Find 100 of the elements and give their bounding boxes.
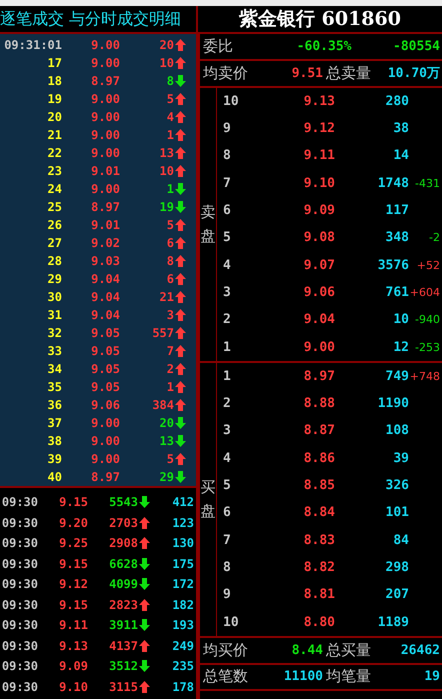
price: 9.00 xyxy=(90,110,120,124)
volume: 10 xyxy=(160,56,174,70)
volume: 3911 xyxy=(109,618,138,632)
price: 9.15 xyxy=(58,495,88,510)
volume: 2908 xyxy=(109,536,138,550)
volume: 3 xyxy=(166,308,174,322)
volume: 39 xyxy=(392,450,409,466)
price: 9.05 xyxy=(90,344,120,358)
level-number: 3 xyxy=(222,284,232,300)
volume: 1 xyxy=(166,380,174,394)
label: 委比 xyxy=(203,36,234,56)
sequence-number: 24 xyxy=(46,182,62,196)
volume: 6628 xyxy=(109,556,138,571)
price: 9.00 xyxy=(90,56,120,70)
volume-change: -2 xyxy=(428,231,440,244)
price: 9.15 xyxy=(58,598,88,612)
sequence-number: 19 xyxy=(46,92,62,106)
price: 9.00 xyxy=(90,38,120,52)
price: 9.10 xyxy=(58,680,88,694)
volume: 326 xyxy=(384,478,409,494)
volume: 8 xyxy=(166,254,174,268)
time: 09:30 xyxy=(0,680,38,694)
volume: 13 xyxy=(160,434,174,448)
time: 09:30 xyxy=(0,618,38,632)
price: 9.04 xyxy=(302,312,335,328)
level-number: 4 xyxy=(222,258,232,273)
volume: 38 xyxy=(392,121,409,136)
total-volume: 10.70万 xyxy=(386,65,440,82)
sequence-number: 18 xyxy=(46,74,62,88)
price: 9.00 xyxy=(90,416,120,430)
level-number: 9 xyxy=(222,587,232,602)
volume: 1 xyxy=(166,182,174,196)
time: 09:30 xyxy=(0,577,38,592)
volume-change: +748 xyxy=(409,370,440,383)
price: 9.08 xyxy=(302,230,335,246)
total-volume: 26462 xyxy=(400,642,440,658)
volume: 2703 xyxy=(109,516,138,530)
level-number: 8 xyxy=(222,560,232,575)
volume: 10 xyxy=(392,312,409,328)
ratio-difference: -80554 xyxy=(392,38,440,54)
price: 9.00 xyxy=(90,182,120,196)
volume: 12 xyxy=(392,340,409,355)
level-number: 2 xyxy=(222,312,232,328)
label: 均买价 xyxy=(203,640,249,660)
volume: 8 xyxy=(166,74,174,88)
volume: 4 xyxy=(166,110,174,124)
volume: 207 xyxy=(384,587,409,602)
trade-count: 172 xyxy=(171,577,194,592)
volume: 4099 xyxy=(109,577,138,592)
volume: 280 xyxy=(384,94,409,109)
price: 9.01 xyxy=(90,218,120,232)
sequence-number: 32 xyxy=(46,326,62,340)
level-number: 7 xyxy=(222,532,232,548)
trade-count: 182 xyxy=(171,598,194,612)
sequence-number: 29 xyxy=(46,272,62,286)
price: 8.84 xyxy=(302,505,335,520)
volume: 1189 xyxy=(376,614,409,630)
volume: 14 xyxy=(392,148,409,164)
volume: 2823 xyxy=(109,598,138,612)
sequence-number: 17 xyxy=(46,56,62,70)
level-number: 5 xyxy=(222,230,232,246)
price: 9.00 xyxy=(90,452,120,466)
volume: 5 xyxy=(166,92,174,106)
price: 9.25 xyxy=(58,536,88,550)
level-number: 1 xyxy=(222,368,232,384)
price: 9.02 xyxy=(90,236,120,250)
level-number: 7 xyxy=(222,176,232,191)
volume: 1748 xyxy=(376,176,409,191)
volume: 13 xyxy=(160,146,174,160)
volume: 108 xyxy=(384,423,409,438)
price: 8.81 xyxy=(302,587,335,602)
volume: 1 xyxy=(166,128,174,142)
level-number: 1 xyxy=(222,340,232,355)
level-number: 9 xyxy=(222,121,232,136)
price: 9.04 xyxy=(90,290,120,304)
side-label: 买盘 xyxy=(200,477,216,522)
volume: 5 xyxy=(166,218,174,232)
label: 均笔量 xyxy=(325,667,372,686)
average-price: 8.44 xyxy=(290,642,323,658)
label: 总买量 xyxy=(325,640,372,660)
volume: 3576 xyxy=(376,258,409,273)
time: 09:30 xyxy=(0,516,38,530)
volume: 749 xyxy=(384,368,409,384)
sequence-number: 27 xyxy=(46,236,62,250)
price: 9.11 xyxy=(58,618,88,632)
price: 9.00 xyxy=(90,128,120,142)
price: 9.06 xyxy=(302,284,335,300)
volume-change: -940 xyxy=(414,313,440,326)
sequence-number: 28 xyxy=(46,254,62,268)
price: 8.86 xyxy=(302,450,335,466)
volume: 84 xyxy=(392,532,409,548)
sequence-number: 33 xyxy=(46,344,62,358)
volume: 7 xyxy=(166,344,174,358)
trade-count: 130 xyxy=(171,536,194,550)
price: 9.09 xyxy=(302,203,335,218)
price: 9.13 xyxy=(58,638,88,653)
sequence-number: 22 xyxy=(46,146,62,160)
time: 09:30 xyxy=(0,495,38,510)
price: 9.09 xyxy=(58,659,88,674)
price: 8.97 xyxy=(90,470,120,484)
